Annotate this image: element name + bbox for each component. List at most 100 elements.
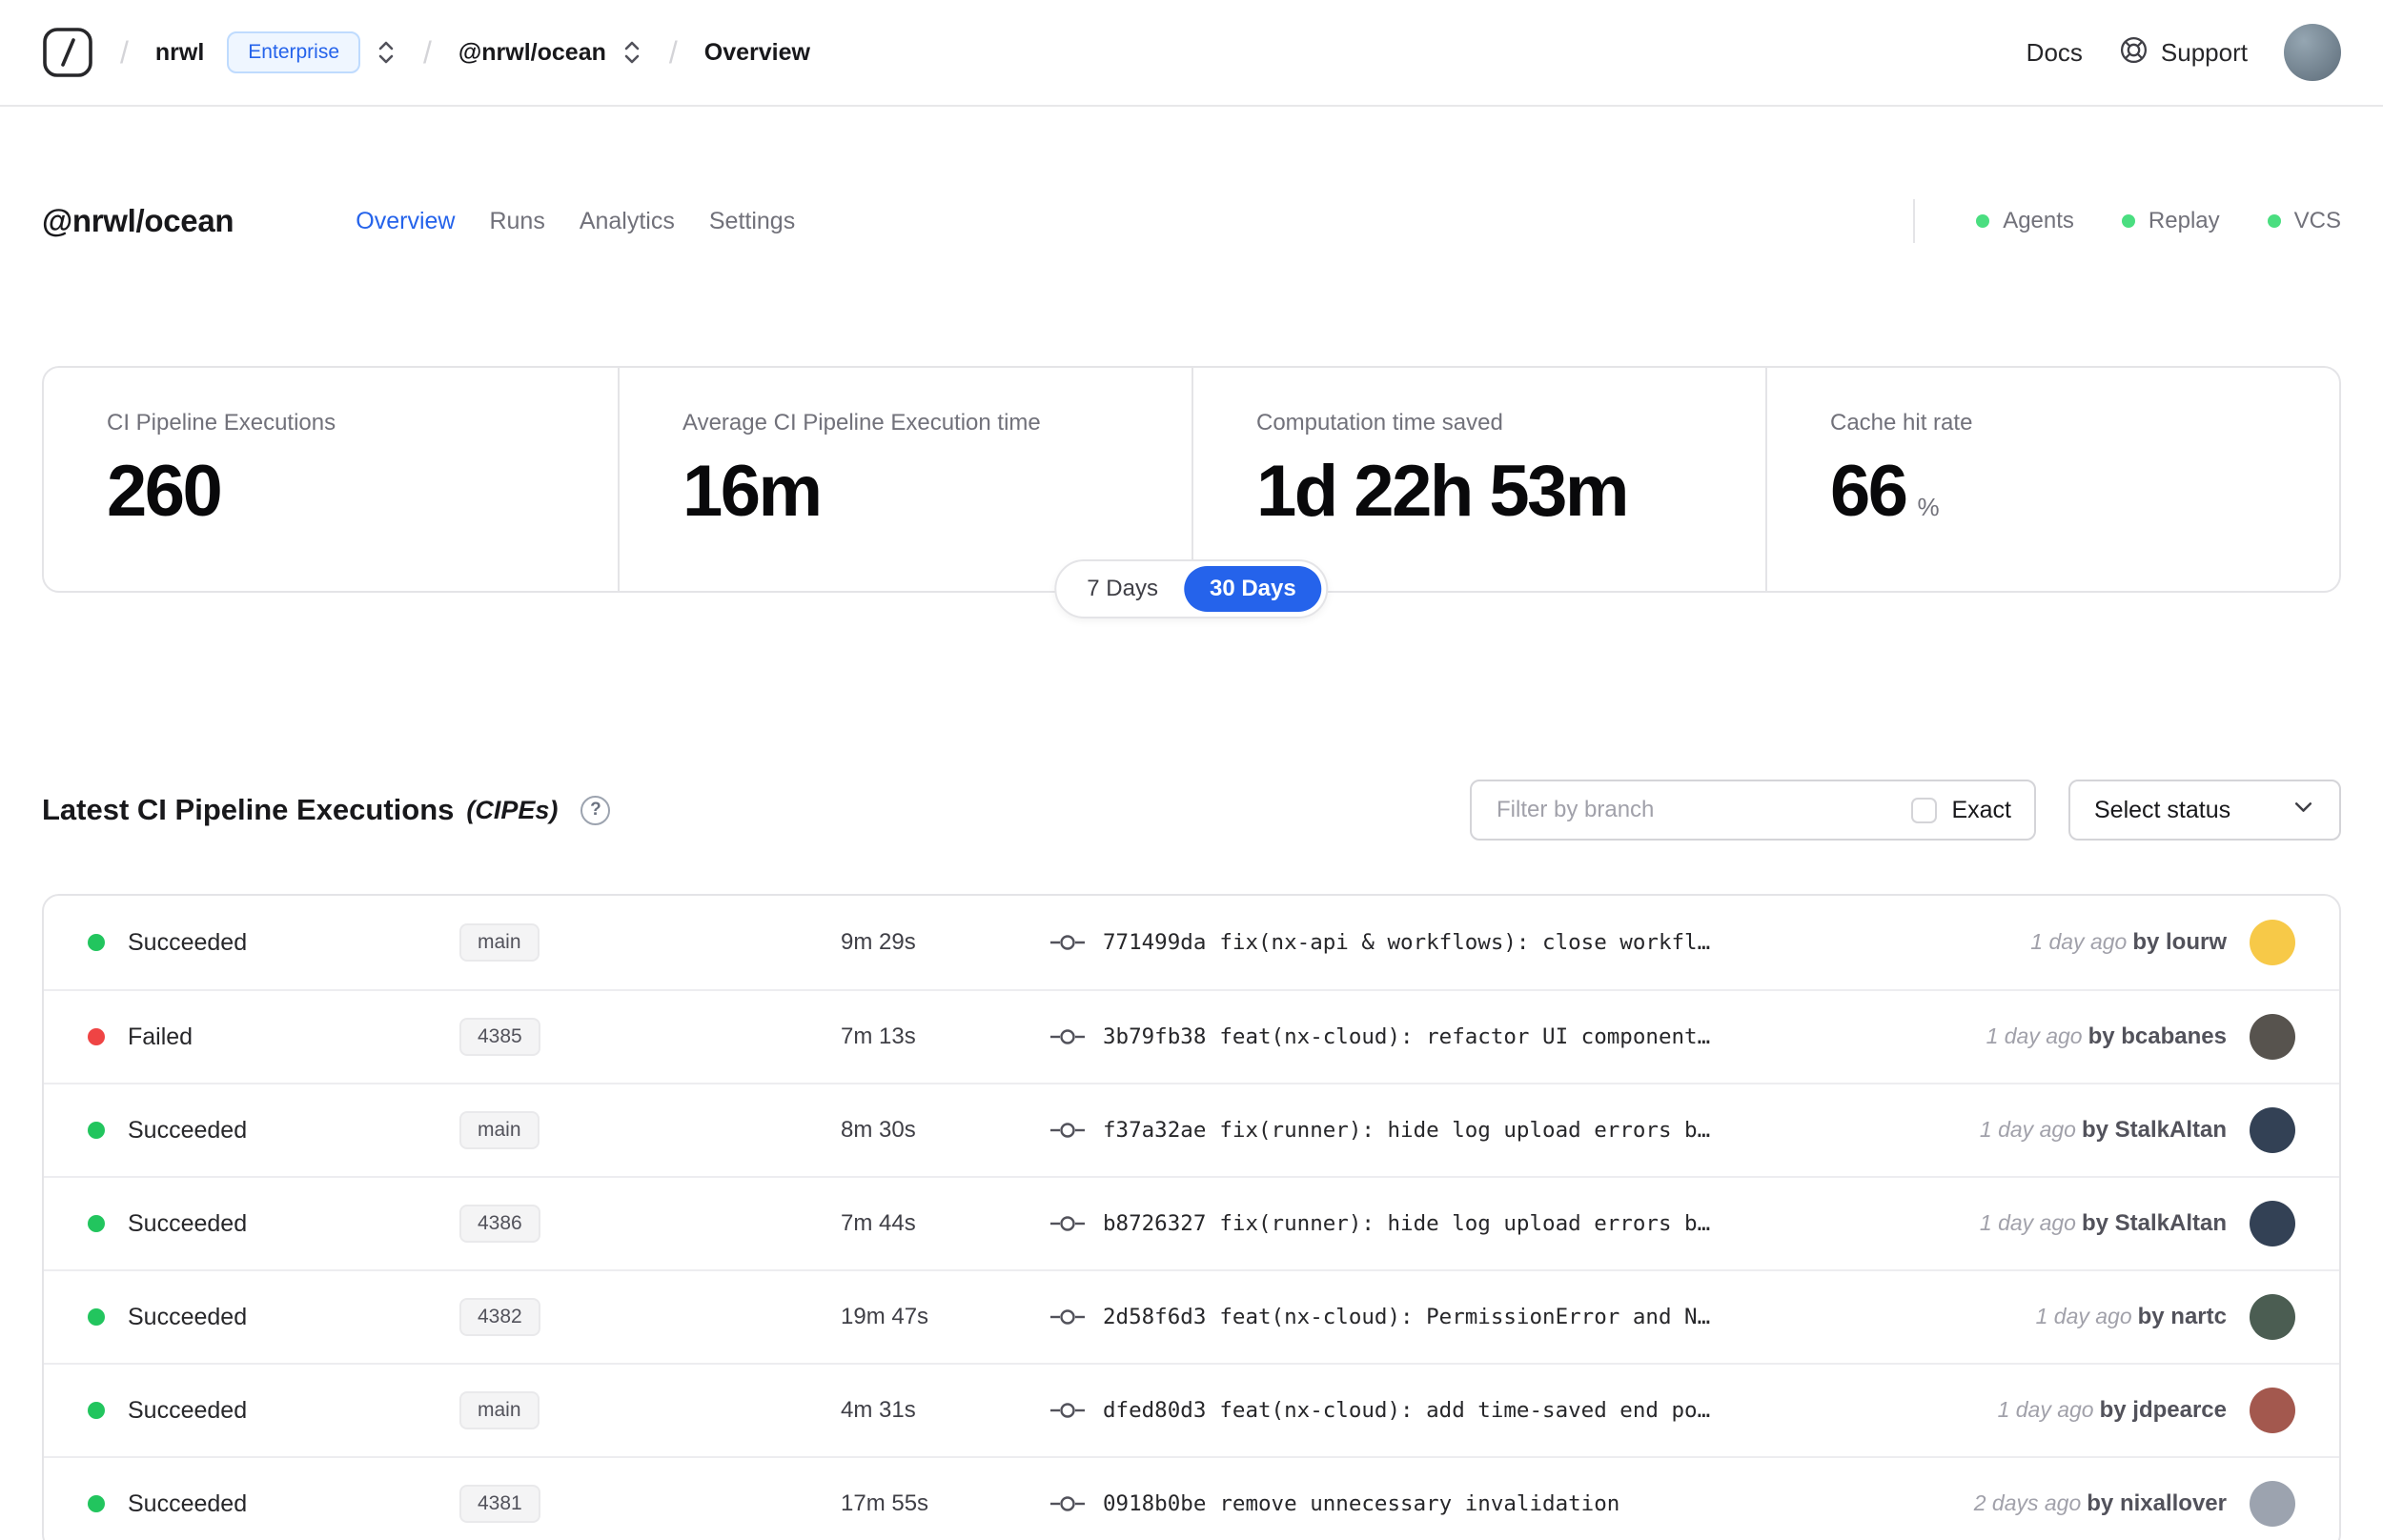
range-30-days-button[interactable]: 30 Days (1183, 566, 1322, 612)
exact-checkbox[interactable] (1911, 797, 1938, 823)
status-select[interactable]: Select status (2068, 780, 2341, 841)
lifebuoy-icon (2119, 35, 2149, 70)
commit-message: fix(nx-api & workflows): close workfl… (1219, 930, 1711, 955)
meta-text: 1 day ago by bcabanes (1986, 1023, 2227, 1050)
nx-cloud-logo[interactable] (42, 27, 93, 78)
workspace-tabs: Overview Runs Analytics Settings (356, 208, 795, 235)
breadcrumb-workspace[interactable]: @nrwl/ocean (458, 39, 606, 67)
status-label: Succeeded (128, 1489, 248, 1517)
green-dot-icon (1976, 214, 1990, 228)
commit-link[interactable]: 2d58f6d3 feat(nx-cloud): PermissionError … (1103, 1305, 1710, 1329)
status-dot (88, 1122, 105, 1139)
workspace-switcher-chevrons-icon[interactable] (621, 38, 642, 67)
status-dot (88, 1215, 105, 1232)
author: by StalkAltan (2081, 1117, 2227, 1143)
help-icon[interactable]: ? (580, 795, 611, 825)
cipe-row[interactable]: Succeeded 4381 17m 55s 0918b0be remove un… (44, 1456, 2339, 1540)
status-agents[interactable]: Agents (1976, 208, 2074, 234)
user-avatar[interactable] (2284, 24, 2341, 81)
cipes-filters: Exact Select status (1470, 780, 2341, 841)
status-label: Succeeded (128, 928, 248, 956)
branch-badge[interactable]: main (459, 1391, 540, 1429)
cipe-row[interactable]: Succeeded 4386 7m 44s b8726327 fix(runner… (44, 1176, 2339, 1269)
commit-link[interactable]: b8726327 fix(runner): hide log upload err… (1103, 1211, 1710, 1236)
meta-text: 1 day ago by nartc (2036, 1304, 2227, 1330)
breadcrumb-org[interactable]: nrwl (155, 39, 204, 67)
time-range-toggle: 7 Days 30 Days (1054, 559, 1329, 618)
branch-badge[interactable]: 4385 (459, 1018, 540, 1056)
branch-badge[interactable]: main (459, 1111, 540, 1149)
cipe-table: Succeeded main 9m 29s 771499da fix(nx-api… (42, 894, 2341, 1540)
docs-link[interactable]: Docs (2027, 38, 2083, 68)
branch-filter-input[interactable] (1472, 781, 1889, 839)
status-dot (88, 1495, 105, 1512)
avatar (2250, 1014, 2295, 1060)
relative-time: 2 days ago (1973, 1490, 2082, 1515)
relative-time: 1 day ago (2035, 1304, 2132, 1328)
status-vcs[interactable]: VCS (2267, 208, 2341, 234)
avatar (2250, 1107, 2295, 1153)
breadcrumb-page: Overview (703, 38, 810, 66)
commit-icon (1050, 1026, 1085, 1047)
branch-badge[interactable]: 4382 (459, 1298, 540, 1336)
duration: 9m 29s (841, 929, 916, 955)
tab-overview[interactable]: Overview (356, 208, 455, 235)
status-select-label: Select status (2094, 796, 2231, 823)
commit-message: feat(nx-cloud): add time-saved end po… (1219, 1398, 1711, 1423)
meta-text: 1 day ago by jdpearce (1998, 1397, 2227, 1424)
stat-label: Average CI Pipeline Execution time (682, 410, 1041, 436)
cipe-row[interactable]: Succeeded main 8m 30s f37a32ae fix(runner… (44, 1083, 2339, 1176)
status-label: Failed (128, 1023, 193, 1050)
org-switcher-chevrons-icon[interactable] (376, 38, 397, 67)
avatar (2250, 1201, 2295, 1246)
duration: 7m 13s (841, 1023, 916, 1049)
commit-message: feat(nx-cloud): PermissionError and N… (1219, 1305, 1711, 1329)
commit-link[interactable]: 0918b0be remove unnecessary invalidation (1103, 1491, 1619, 1516)
stat-card-cache-hit-rate: Cache hit rate 66 % (1765, 368, 2339, 591)
chevron-down-icon (2291, 795, 2315, 825)
support-link[interactable]: Support (2119, 35, 2248, 70)
commit-link[interactable]: 771499da fix(nx-api & workflows): close w… (1103, 930, 1710, 955)
commit-message: remove unnecessary invalidation (1219, 1491, 1620, 1516)
breadcrumb-separator: / (668, 34, 678, 70)
relative-time: 1 day ago (1979, 1117, 2076, 1142)
status-label: Succeeded (128, 1396, 248, 1424)
tab-settings[interactable]: Settings (709, 208, 795, 235)
status-label: Succeeded (128, 1116, 248, 1144)
cipe-row[interactable]: Succeeded main 9m 29s 771499da fix(nx-api… (44, 896, 2339, 989)
commit-message: feat(nx-cloud): refactor UI component… (1219, 1024, 1711, 1049)
range-7-days-button[interactable]: 7 Days (1061, 566, 1184, 612)
commit-icon (1050, 1120, 1085, 1141)
commit-icon (1050, 1307, 1085, 1327)
nx-cloud-dashboard: / nrwl Enterprise / @nrwl/ocean / Overvi… (0, 0, 2383, 1540)
relative-time: 1 day ago (1986, 1023, 2083, 1048)
branch-badge[interactable]: 4381 (459, 1485, 540, 1523)
status-label: Succeeded (128, 1209, 248, 1237)
status-replay[interactable]: Replay (2121, 208, 2220, 234)
breadcrumb-separator: / (120, 34, 129, 70)
author: by nartc (2137, 1304, 2227, 1329)
top-navbar: / nrwl Enterprise / @nrwl/ocean / Overvi… (0, 0, 2383, 107)
author: by nixallover (2087, 1490, 2227, 1516)
exact-label: Exact (1951, 796, 2011, 823)
branch-badge[interactable]: main (459, 923, 540, 962)
green-dot-icon (2267, 214, 2281, 228)
breadcrumb-separator: / (423, 34, 432, 70)
cipe-row[interactable]: Succeeded main 4m 31s dfed80d3 feat(nx-cl… (44, 1363, 2339, 1456)
cipes-section-header: Latest CI Pipeline Executions (CIPEs) ? … (0, 780, 2383, 841)
tab-analytics[interactable]: Analytics (580, 208, 675, 235)
branch-badge[interactable]: 4386 (459, 1205, 540, 1243)
enterprise-badge[interactable]: Enterprise (227, 31, 361, 73)
commit-link[interactable]: 3b79fb38 feat(nx-cloud): refactor UI comp… (1103, 1024, 1710, 1049)
commit-link[interactable]: dfed80d3 feat(nx-cloud): add time-saved e… (1103, 1398, 1710, 1423)
section-title-suffix: (CIPEs) (466, 795, 559, 824)
commit-message: fix(runner): hide log upload errors b… (1219, 1211, 1711, 1236)
relative-time: 1 day ago (2030, 929, 2128, 954)
branch-filter-group: Exact (1470, 780, 2036, 841)
tab-runs[interactable]: Runs (489, 208, 544, 235)
stat-label: CI Pipeline Executions (107, 410, 336, 436)
cipe-row[interactable]: Failed 4385 7m 13s 3b79fb38 feat(nx-cloud… (44, 989, 2339, 1083)
avatar (2250, 1481, 2295, 1527)
cipe-row[interactable]: Succeeded 4382 19m 47s 2d58f6d3 feat(nx-c… (44, 1269, 2339, 1363)
commit-link[interactable]: f37a32ae fix(runner): hide log upload err… (1103, 1118, 1710, 1143)
